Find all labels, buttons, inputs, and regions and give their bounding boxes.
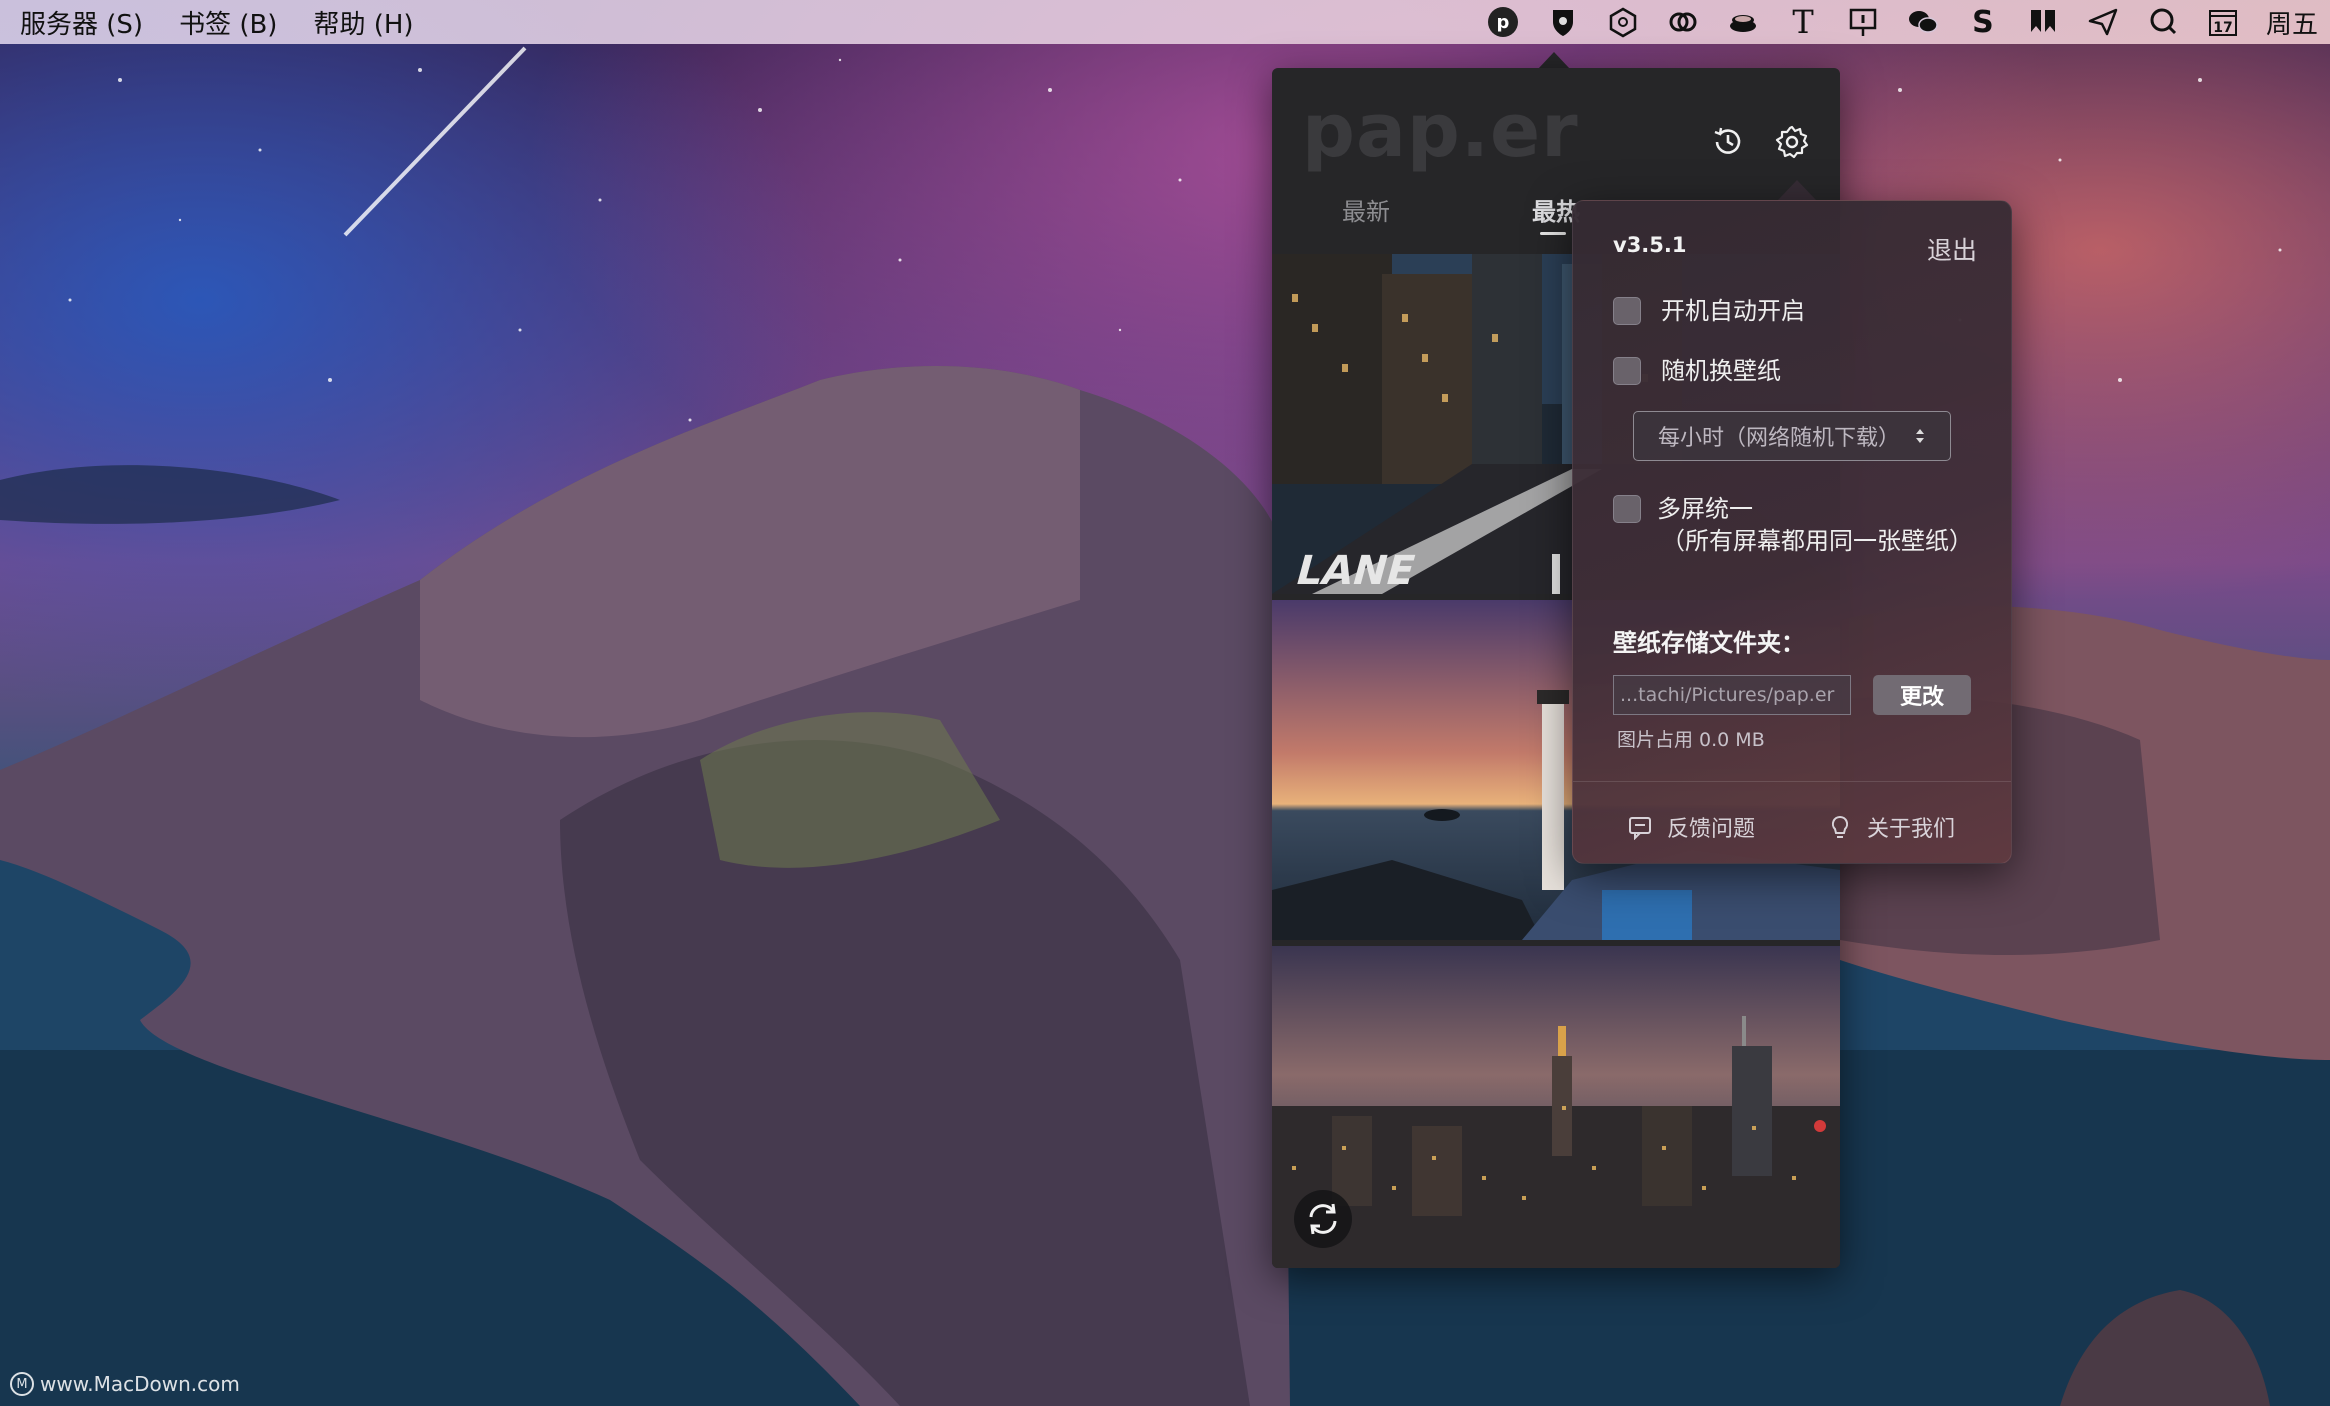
cube-app-icon[interactable]	[1606, 5, 1640, 39]
watermark-text: www.MacDown.com	[40, 1372, 240, 1396]
storage-usage: 图片占用 0.0 MB	[1617, 729, 1765, 751]
chat-bubble-icon[interactable]	[2146, 5, 2180, 39]
feedback-icon	[1629, 817, 1651, 840]
about-link[interactable]: 关于我们	[1827, 811, 1955, 843]
settings-popover: v3.5.1 退出 开机自动开启 随机换壁纸 每小时（网络随机下载） 多屏统一 …	[1572, 200, 2012, 864]
gear-icon	[1775, 125, 1809, 159]
menu-clock-weekday[interactable]: 周五	[2266, 4, 2318, 41]
coffee-cup-icon[interactable]	[1726, 5, 1760, 39]
menu-help[interactable]: 帮助 (H)	[313, 4, 413, 41]
change-folder-button[interactable]: 更改	[1873, 675, 1971, 715]
menu-bar: 服务器 (S) 书签 (B) 帮助 (H) p T S 17 周五	[0, 0, 2330, 44]
multi-screen-sublabel: （所有屏幕都用同一张壁纸）	[1661, 527, 1973, 555]
tab-latest[interactable]: 最新	[1342, 192, 1390, 227]
presentation-icon[interactable]	[1846, 5, 1880, 39]
popover-divider	[1573, 781, 2011, 782]
menu-bar-tray: p T S 17 周五	[1486, 0, 2330, 44]
interval-select[interactable]: 每小时（网络随机下载）	[1633, 411, 1951, 461]
refresh-icon	[1309, 1203, 1337, 1235]
settings-button[interactable]	[1772, 122, 1812, 162]
menu-server[interactable]: 服务器 (S)	[20, 4, 143, 41]
wallpaper-thumbnail-skyline[interactable]	[1272, 946, 1840, 1268]
wechat-icon[interactable]	[1906, 5, 1940, 39]
s-app-icon[interactable]: S	[1966, 5, 2000, 40]
updown-arrows-icon	[1914, 426, 1926, 446]
send-icon[interactable]	[2086, 5, 2120, 39]
app-logo: pap.er	[1302, 88, 1579, 174]
multi-screen-label: 多屏统一	[1657, 495, 1753, 523]
folder-section-title: 壁纸存储文件夹：	[1613, 629, 1805, 657]
popover-pointer	[1777, 180, 1817, 201]
quit-button[interactable]: 退出	[1927, 231, 1977, 267]
menu-bar-left: 服务器 (S) 书签 (B) 帮助 (H)	[0, 4, 414, 41]
active-tab-indicator	[1540, 232, 1566, 235]
random-wallpaper-checkbox[interactable]	[1613, 357, 1641, 385]
auto-start-label: 开机自动开启	[1661, 297, 1805, 325]
svg-text:LANE: LANE	[1291, 547, 1421, 594]
refresh-button[interactable]	[1294, 1190, 1352, 1248]
feedback-link[interactable]: 反馈问题	[1627, 811, 1755, 843]
watermark-logo: M	[10, 1372, 34, 1396]
auto-start-option: 开机自动开启	[1613, 295, 1805, 327]
about-label: 关于我们	[1867, 817, 1956, 842]
calendar-icon[interactable]: 17	[2206, 5, 2240, 39]
multi-screen-checkbox[interactable]	[1613, 495, 1641, 523]
random-wallpaper-option: 随机换壁纸	[1613, 355, 1781, 387]
cloud-sync-icon[interactable]	[1666, 5, 1700, 39]
interval-selected-value: 每小时（网络随机下载）	[1657, 426, 1900, 451]
lightbulb-icon	[1831, 815, 1849, 838]
panel-pointer	[1538, 52, 1570, 69]
auto-start-checkbox[interactable]	[1613, 297, 1641, 325]
history-icon	[1714, 127, 1741, 154]
multi-screen-option: 多屏统一 （所有屏幕都用同一张壁纸）	[1613, 493, 1973, 557]
svg-text:p: p	[1497, 12, 1510, 33]
menu-bookmarks[interactable]: 书签 (B)	[179, 4, 277, 41]
watermark: M www.MacDown.com	[10, 1372, 240, 1396]
bookmark-app-icon[interactable]	[2026, 5, 2060, 39]
multi-screen-text: 多屏统一 （所有屏幕都用同一张壁纸）	[1649, 493, 1973, 557]
history-button[interactable]	[1708, 122, 1748, 162]
shield-app-icon[interactable]	[1546, 5, 1580, 39]
random-wallpaper-label: 随机换壁纸	[1661, 357, 1781, 385]
text-tool-icon[interactable]: T	[1786, 3, 1820, 41]
svg-text:17: 17	[2213, 20, 2232, 36]
paper-app-icon[interactable]: p	[1486, 5, 1520, 39]
folder-path-field[interactable]: ...tachi/Pictures/pap.er	[1613, 675, 1851, 715]
version-label: v3.5.1	[1613, 233, 1687, 257]
feedback-label: 反馈问题	[1667, 817, 1756, 842]
